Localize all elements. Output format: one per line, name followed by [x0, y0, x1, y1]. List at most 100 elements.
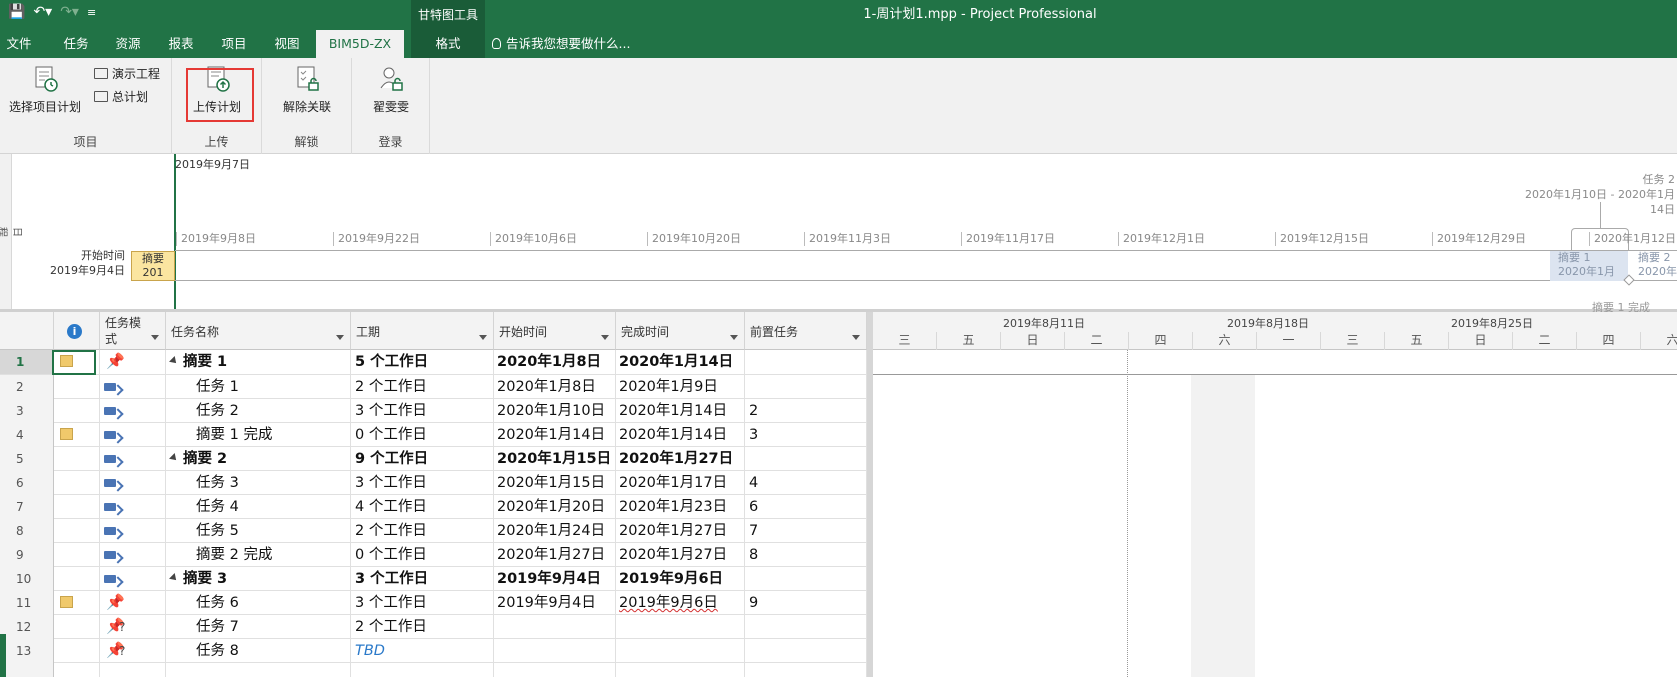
row-number[interactable]: 11 — [0, 591, 54, 615]
table-row[interactable]: 13 📌? 任务 8 TBD — [0, 639, 867, 663]
duration-cell[interactable]: 3 个工作日 — [351, 399, 494, 423]
predecessor-cell[interactable]: 4 — [745, 471, 867, 495]
start-cell[interactable]: 2020年1月8日 — [494, 350, 616, 374]
row-number[interactable]: 2 — [0, 375, 54, 399]
table-row[interactable]: 10 摘要 3 3 个工作日 2019年9月4日 2019年9月6日 — [0, 567, 867, 591]
table-row[interactable]: 3 任务 2 3 个工作日 2020年1月10日 2020年1月14日 2 — [0, 399, 867, 423]
indicator-cell[interactable] — [54, 543, 100, 567]
mode-cell[interactable] — [100, 543, 166, 567]
timeline-summary-bar[interactable]: 摘要 201 — [131, 251, 175, 281]
mode-cell[interactable] — [100, 423, 166, 447]
start-cell[interactable]: 2019年9月4日 — [494, 567, 616, 591]
indicator-cell[interactable] — [54, 495, 100, 519]
mode-cell[interactable] — [100, 471, 166, 495]
indicator-cell[interactable] — [54, 423, 100, 447]
tab-resource[interactable]: 资源 — [108, 30, 148, 58]
mode-cell[interactable]: 📌? — [100, 615, 166, 639]
row-number[interactable]: 4 — [0, 423, 54, 447]
master-plan-button[interactable]: 总计划 — [94, 88, 148, 105]
task-name-cell[interactable]: 摘要 3 — [166, 567, 351, 591]
start-cell[interactable]: 2020年1月15日 — [494, 471, 616, 495]
row-number[interactable] — [0, 663, 54, 677]
start-cell[interactable]: 2020年1月24日 — [494, 519, 616, 543]
duration-cell[interactable]: 4 个工作日 — [351, 495, 494, 519]
save-icon[interactable]: 💾 — [8, 4, 25, 20]
tab-bim5d-zx[interactable]: BIM5D-ZX — [316, 30, 404, 58]
row-number[interactable]: 1 — [0, 350, 54, 374]
tell-me-box[interactable]: 告诉我您想要做什么... — [492, 30, 630, 58]
header-task-name[interactable]: 任务名称 — [166, 312, 351, 350]
duration-cell[interactable]: 2 个工作日 — [351, 615, 494, 639]
predecessor-cell[interactable] — [745, 615, 867, 639]
task-name-cell[interactable] — [166, 663, 351, 677]
task2-callout[interactable]: 任务 2 2020年1月10日 - 2020年1月14日 — [1515, 172, 1675, 217]
task-name-cell[interactable]: 摘要 2 完成 — [166, 543, 351, 567]
finish-cell[interactable]: 2020年1月27日 — [616, 447, 745, 471]
finish-cell[interactable]: 2020年1月9日 — [616, 375, 745, 399]
start-cell[interactable] — [494, 615, 616, 639]
table-row[interactable]: 2 任务 1 2 个工作日 2020年1月8日 2020年1月9日 — [0, 375, 867, 399]
task-name-cell[interactable]: 摘要 1 完成 — [166, 423, 351, 447]
unlink-button[interactable]: 解除关联 — [276, 64, 338, 115]
duration-cell[interactable] — [351, 663, 494, 677]
finish-cell[interactable]: 2020年1月17日 — [616, 471, 745, 495]
header-task-mode[interactable]: 任务模式 — [100, 312, 166, 350]
indicator-cell[interactable] — [54, 663, 100, 677]
indicator-cell[interactable] — [54, 639, 100, 663]
duration-cell[interactable]: 2 个工作日 — [351, 375, 494, 399]
chevron-down-icon[interactable] — [730, 335, 738, 340]
task-name-cell[interactable]: 任务 4 — [166, 495, 351, 519]
mode-cell[interactable] — [100, 447, 166, 471]
row-number[interactable]: 6 — [0, 471, 54, 495]
finish-cell[interactable]: 2020年1月23日 — [616, 495, 745, 519]
indicator-cell[interactable] — [54, 399, 100, 423]
gantt-major-scale[interactable]: 2019年8月11日 2019年8月18日 2019年8月25日 — [873, 312, 1677, 330]
start-cell[interactable]: 2020年1月15日 — [494, 447, 616, 471]
indicator-cell[interactable] — [54, 519, 100, 543]
mode-cell[interactable] — [100, 495, 166, 519]
undo-icon[interactable]: ↶▾ — [33, 4, 52, 20]
indicator-cell[interactable] — [54, 471, 100, 495]
row-number[interactable]: 13 — [0, 639, 54, 663]
task-name-cell[interactable]: 摘要 2 — [166, 447, 351, 471]
header-indicators[interactable]: i — [54, 312, 100, 350]
duration-cell[interactable]: 3 个工作日 — [351, 591, 494, 615]
row-number[interactable]: 9 — [0, 543, 54, 567]
table-row[interactable]: 4 摘要 1 完成 0 个工作日 2020年1月14日 2020年1月14日 3 — [0, 423, 867, 447]
chevron-down-icon[interactable] — [479, 335, 487, 340]
note-icon[interactable] — [60, 596, 73, 608]
finish-cell[interactable]: 2019年9月6日 — [616, 567, 745, 591]
collapse-triangle-icon[interactable] — [169, 573, 179, 583]
row-number[interactable]: 5 — [0, 447, 54, 471]
mode-cell[interactable]: 📌 — [100, 350, 166, 374]
table-row[interactable]: 11 📌 任务 6 3 个工作日 2019年9月4日 2019年9月6日 9 — [0, 591, 867, 615]
task-name-cell[interactable]: 任务 3 — [166, 471, 351, 495]
collapse-triangle-icon[interactable] — [169, 356, 179, 366]
mode-cell[interactable]: 📌 — [100, 591, 166, 615]
row-number[interactable]: 12 — [0, 615, 54, 639]
gantt-minor-scale[interactable]: 三 五 日 二 四 六 一 三 五 日 二 四 六 — [873, 330, 1677, 350]
predecessor-cell[interactable] — [745, 663, 867, 677]
customize-qat-icon[interactable]: ≡ — [87, 6, 96, 19]
task-name-cell[interactable]: 任务 7 — [166, 615, 351, 639]
table-row[interactable] — [0, 663, 867, 677]
predecessor-cell[interactable] — [745, 567, 867, 591]
collapse-triangle-icon[interactable] — [169, 453, 179, 463]
finish-cell[interactable]: 2020年1月27日 — [616, 519, 745, 543]
predecessor-cell[interactable]: 7 — [745, 519, 867, 543]
mode-cell[interactable] — [100, 375, 166, 399]
row-number[interactable]: 10 — [0, 567, 54, 591]
header-start[interactable]: 开始时间 — [494, 312, 616, 350]
table-row[interactable]: 8 任务 5 2 个工作日 2020年1月24日 2020年1月27日 7 — [0, 519, 867, 543]
task-name-cell[interactable]: 任务 5 — [166, 519, 351, 543]
note-icon[interactable] — [60, 428, 73, 440]
select-all-corner[interactable] — [0, 312, 54, 350]
predecessor-cell[interactable]: 9 — [745, 591, 867, 615]
finish-cell[interactable]: 2020年1月14日 — [616, 423, 745, 447]
duration-cell[interactable]: 5 个工作日 — [351, 350, 494, 374]
chevron-down-icon[interactable] — [601, 335, 609, 340]
task-name-cell[interactable]: 任务 1 — [166, 375, 351, 399]
table-row[interactable]: 5 摘要 2 9 个工作日 2020年1月15日 2020年1月27日 — [0, 447, 867, 471]
timeline-pane[interactable]: 日程表 2019年9月7日 任务 2 2020年1月10日 - 2020年1月1… — [0, 154, 1677, 314]
predecessor-cell[interactable] — [745, 639, 867, 663]
